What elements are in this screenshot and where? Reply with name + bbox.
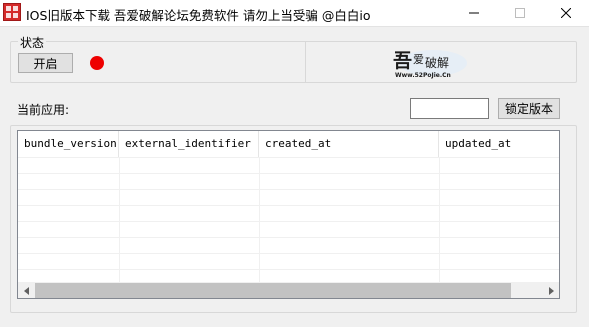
svg-text:爱: 爱 — [413, 53, 424, 66]
table-row — [18, 237, 559, 253]
svg-text:破解: 破解 — [425, 55, 449, 70]
horizontal-scrollbar[interactable] — [18, 282, 559, 298]
table-row — [18, 205, 559, 221]
table-row — [18, 157, 559, 173]
table-header: bundle_version external_identifier creat… — [18, 131, 559, 157]
start-button[interactable]: 开启 — [18, 53, 73, 73]
maximize-button[interactable] — [497, 0, 543, 26]
version-input[interactable] — [410, 98, 489, 119]
chevron-left-icon — [23, 286, 29, 295]
scroll-left-button[interactable] — [18, 282, 35, 298]
column-header[interactable]: bundle_version — [18, 131, 119, 157]
maximize-icon — [515, 8, 525, 18]
chevron-right-icon — [548, 286, 554, 295]
column-divider — [119, 157, 120, 284]
column-divider — [259, 157, 260, 284]
status-group-label: 状态 — [18, 34, 47, 51]
status-group: 状态 开启 吾 爱 破解 Www.52PoJie.Cn — [10, 34, 577, 83]
svg-text:吾: 吾 — [393, 50, 412, 72]
column-header[interactable]: updated_at — [439, 131, 559, 157]
close-button[interactable] — [543, 0, 589, 26]
svg-text:Www.52PoJie.Cn: Www.52PoJie.Cn — [395, 72, 451, 79]
scrollbar-thumb[interactable] — [35, 283, 511, 298]
app-seal-icon — [3, 3, 21, 21]
table-row — [18, 221, 559, 237]
column-header[interactable]: external_identifier — [119, 131, 259, 157]
table-row — [18, 253, 559, 269]
close-icon — [561, 8, 571, 18]
lock-version-button[interactable]: 锁定版本 — [498, 98, 560, 119]
52pojie-logo: 吾 爱 破解 Www.52PoJie.Cn — [389, 46, 467, 80]
column-header[interactable]: created_at — [259, 131, 439, 157]
divider — [305, 42, 306, 82]
title-bar: IOS旧版本下载 吾爱破解论坛免费软件 请勿上当受骗 @白白io — [0, 0, 589, 26]
column-divider — [439, 157, 440, 284]
current-app-label: 当前应用: — [17, 103, 70, 117]
scroll-right-button[interactable] — [542, 282, 559, 298]
status-indicator — [90, 56, 104, 70]
table-row — [18, 189, 559, 205]
table-row — [18, 173, 559, 189]
window-title: IOS旧版本下载 吾爱破解论坛免费软件 请勿上当受骗 @白白io — [26, 8, 371, 23]
minimize-button[interactable] — [451, 0, 497, 26]
minimize-icon — [469, 12, 479, 14]
version-table[interactable]: bundle_version external_identifier creat… — [17, 130, 560, 299]
client-area: 状态 开启 吾 爱 破解 Www.52PoJie.Cn 当前应用: 锁定版本 b… — [0, 26, 589, 327]
